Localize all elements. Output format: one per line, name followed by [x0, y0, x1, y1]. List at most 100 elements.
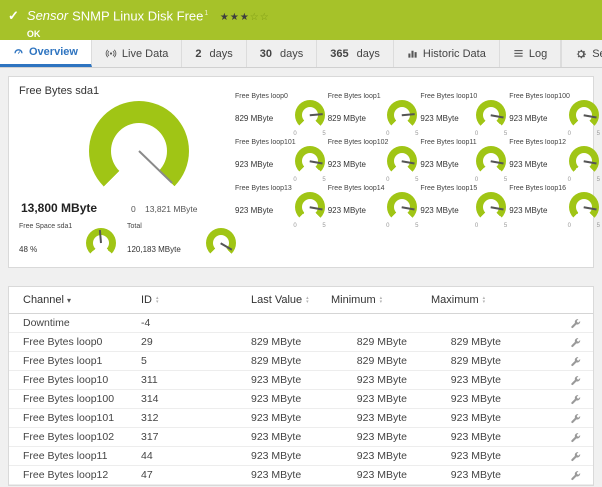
- gauge-value: 923 MByte: [235, 206, 274, 215]
- cell-minimum: 923 MByte: [356, 450, 407, 462]
- cell-channel: Free Bytes loop0: [23, 336, 103, 348]
- tab-label: Log: [528, 47, 548, 60]
- table-row[interactable]: Free Bytes loop101 312 923 MByte 923 MBy…: [9, 409, 593, 428]
- gauge-value: 923 MByte: [420, 114, 459, 123]
- channel-settings-wrench-icon[interactable]: [570, 394, 581, 405]
- gauge-value: 923 MByte: [420, 160, 459, 169]
- tab-overview[interactable]: Overview: [0, 40, 92, 67]
- channel-settings-wrench-icon[interactable]: [570, 432, 581, 443]
- gauge-title: Free Bytes loop16: [509, 185, 567, 192]
- cell-maximum: 829 MByte: [450, 355, 501, 367]
- mini-gauge-cell: Free Bytes loop13 923 MByte 0 5: [235, 185, 328, 230]
- channel-settings-wrench-icon[interactable]: [570, 451, 581, 462]
- gauge-scale-min: 0: [293, 131, 297, 137]
- gauge-scale-max: 5: [596, 223, 600, 229]
- gauge-scale-min: 0: [567, 223, 571, 229]
- column-header-id[interactable]: ID ▴ ▾: [141, 294, 251, 306]
- cell-id: 314: [141, 393, 159, 405]
- page-title: SNMP Linux Disk Free: [72, 8, 204, 24]
- gauge-scale-max: 5: [503, 223, 508, 229]
- table-row[interactable]: Free Bytes loop100 314 923 MByte 923 MBy…: [9, 390, 593, 409]
- tab-historic-data[interactable]: Historic Data: [394, 40, 500, 67]
- table-row[interactable]: Free Bytes loop10 311 923 MByte 923 MByt…: [9, 371, 593, 390]
- cell-channel: Downtime: [23, 317, 70, 329]
- mini-gauge-cell: Free Bytes loop12 923 MByte 0 5: [509, 139, 602, 184]
- mini-gauge-cell: Free Bytes loop14 923 MByte 0 5: [328, 185, 421, 230]
- channel-settings-wrench-icon[interactable]: [570, 356, 581, 367]
- gauge-dial: [387, 146, 418, 176]
- gauge-scale-min: 0: [474, 223, 479, 229]
- gauge-value: 923 MByte: [509, 114, 548, 123]
- summary-gauge-cell: Total 120,183 MByte: [127, 223, 239, 265]
- cell-minimum: 923 MByte: [356, 374, 407, 386]
- gauge-scale-min: 0: [386, 177, 390, 183]
- gauge-title: Free Bytes loop1: [327, 93, 381, 100]
- channel-settings-wrench-icon[interactable]: [570, 337, 581, 348]
- tab-settings[interactable]: Settings: [561, 40, 602, 67]
- cell-maximum: 829 MByte: [450, 336, 501, 348]
- main-gauge-dial: [89, 101, 189, 201]
- gauge-value: 923 MByte: [327, 160, 366, 169]
- gauge-dial: [387, 192, 418, 222]
- channel-settings-wrench-icon[interactable]: [570, 413, 581, 424]
- table-row[interactable]: Downtime -4: [9, 314, 593, 333]
- log-lines-icon: [513, 48, 524, 59]
- object-kind-label: Sensor: [26, 8, 69, 24]
- table-row[interactable]: Free Bytes loop12 47 923 MByte 923 MByte…: [9, 466, 593, 485]
- column-label: Channel: [23, 294, 64, 306]
- tab-label: Live Data: [121, 47, 169, 60]
- table-row[interactable]: Free Bytes loop102 317 923 MByte 923 MBy…: [9, 428, 593, 447]
- gauge-icon: [13, 47, 24, 58]
- gauge-scale-min: 0: [293, 223, 297, 229]
- gauge-value: 13,800 MByte: [21, 201, 98, 215]
- gauge-dial: [476, 146, 507, 176]
- live-signal-icon: [105, 48, 117, 59]
- gauge-dial: [294, 146, 325, 176]
- column-header-minimum[interactable]: Minimum ▴ ▾: [331, 294, 431, 306]
- cell-last-value: 829 MByte: [251, 336, 302, 348]
- tab-log[interactable]: Log: [500, 40, 562, 67]
- table-row[interactable]: Free Bytes loop0 29 829 MByte 829 MByte …: [9, 333, 593, 352]
- overview-gauges-panel: Free Bytes sda1 13,800 MByte 0 13,821 MB…: [8, 76, 600, 268]
- column-label: ID: [141, 294, 152, 306]
- gauge-value: 923 MByte: [420, 206, 459, 215]
- mini-gauge-cell: Free Bytes loop102 923 MByte 0 5: [328, 139, 421, 184]
- cell-last-value: 923 MByte: [251, 374, 302, 386]
- tab-live-data[interactable]: Live Data: [92, 40, 183, 67]
- cell-maximum: 923 MByte: [450, 374, 501, 386]
- column-header-last-value[interactable]: Last Value ▴ ▾: [251, 294, 331, 306]
- gauge-scale-min: 0: [386, 131, 390, 137]
- tab-365-days[interactable]: 365 days: [317, 40, 394, 67]
- gauge-scale-min: 0: [567, 177, 571, 183]
- gauge-title: Free Bytes loop10: [420, 93, 478, 100]
- channel-settings-wrench-icon[interactable]: [570, 470, 581, 481]
- tab-label: Settings: [592, 47, 602, 60]
- title-line: Sensor SNMP Linux Disk Free1 ★★★☆☆: [27, 7, 270, 25]
- cell-channel: Free Bytes loop1: [23, 355, 103, 367]
- cell-maximum: 923 MByte: [450, 431, 501, 443]
- column-header-channel[interactable]: Channel ▾: [23, 294, 141, 306]
- tab-number: 30: [259, 47, 273, 60]
- column-header-maximum[interactable]: Maximum ▴ ▾: [431, 294, 531, 306]
- mini-gauge-cell: Free Bytes loop10 923 MByte 0 5: [420, 93, 509, 138]
- channel-settings-wrench-icon[interactable]: [570, 375, 581, 386]
- tab-2-days[interactable]: 2 days: [182, 40, 247, 67]
- gauge-scale-min: 0: [131, 204, 136, 214]
- priority-stars[interactable]: ★★★☆☆: [220, 12, 270, 23]
- sort-both-icon: ▴ ▾: [306, 295, 309, 305]
- cell-id: 317: [141, 431, 159, 443]
- gauge-scale-min: 0: [474, 131, 479, 137]
- gauge-scale-min: 0: [474, 177, 479, 183]
- gauge-scale-max: 13,821 MByte: [145, 204, 198, 214]
- table-row[interactable]: Free Bytes loop11 44 923 MByte 923 MByte…: [9, 447, 593, 466]
- table-row[interactable]: Free Bytes loop1 5 829 MByte 829 MByte 8…: [9, 352, 593, 371]
- tab-30-days[interactable]: 30 days: [247, 40, 318, 67]
- cell-last-value: 923 MByte: [251, 469, 302, 481]
- gauge-value: 923 MByte: [327, 206, 366, 215]
- star-filled-icon: ★★★: [219, 12, 250, 24]
- gauge-dial: [387, 100, 418, 130]
- channel-settings-wrench-icon[interactable]: [570, 318, 581, 329]
- sort-both-icon: ▴ ▾: [379, 295, 383, 305]
- status-ok-check-icon: ✓: [8, 8, 19, 23]
- gauge-title: Free Bytes loop102: [327, 139, 389, 146]
